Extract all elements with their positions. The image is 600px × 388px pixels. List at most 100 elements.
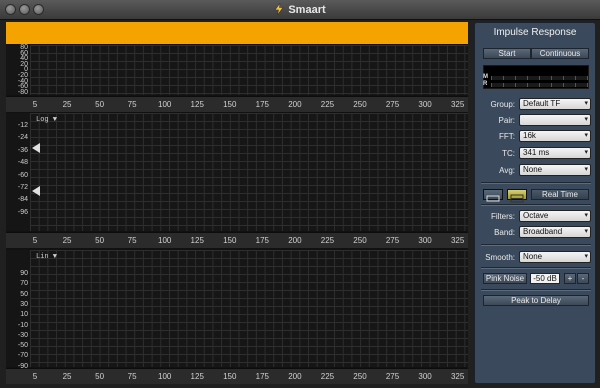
y-tick-label: -12 — [17, 122, 28, 129]
fft-value: 16k — [523, 131, 536, 140]
peak-to-delay-button[interactable]: Peak to Delay — [483, 295, 589, 306]
tc-select[interactable]: 341 ms ▾ — [519, 147, 591, 159]
filters-label: Filters: — [491, 212, 515, 221]
x-tick-label: 275 — [385, 236, 400, 245]
x-tick-label: 75 — [127, 100, 137, 109]
group-value: Default TF — [523, 99, 561, 108]
title-bar: Smaart — [0, 0, 600, 20]
x-tick-label: 125 — [190, 100, 204, 109]
single-view-button[interactable] — [483, 189, 503, 202]
y-tick-label: -48 — [17, 159, 28, 167]
start-button[interactable]: Start — [483, 48, 531, 59]
split-view-button[interactable] — [507, 189, 527, 203]
x-tick-label: 50 — [95, 236, 105, 245]
log-plot-x-axis: 5 25 50 75 100 125 150 175 200 225 250 275 300 325 — [6, 232, 468, 248]
meter-m-label: M — [483, 74, 488, 80]
x-tick-label: 5 — [32, 372, 38, 381]
continuous-button[interactable]: Continuous — [531, 48, 589, 59]
pair-label: Pair: — [498, 116, 515, 125]
time-history-bar[interactable] — [6, 22, 468, 44]
x-tick-label: 100 — [158, 372, 172, 381]
y-tick-label: -10 — [17, 321, 28, 329]
top-plot-grid[interactable] — [30, 45, 468, 95]
meter-r-label: R — [483, 81, 488, 87]
top-plot-x-axis: 5 25 50 75 100 125 150 175 200 225 250 275 300 325 — [6, 96, 468, 112]
y-tick-label: -36 — [17, 146, 28, 154]
x-tick-label: 5 — [32, 236, 38, 245]
separator — [481, 267, 591, 269]
smooth-select[interactable]: None ▾ — [519, 251, 591, 263]
log-plot[interactable]: Log ▼ -12 -24 -36 -48 -60 -72 -84 -96 — [6, 113, 468, 231]
separator — [481, 289, 591, 291]
pink-noise-button[interactable]: Pink Noise — [483, 273, 527, 284]
lin-plot-x-axis: 5 25 50 75 100 125 150 175 200 225 250 275 300 325 — [6, 368, 468, 384]
lower-threshold-handle[interactable] — [32, 186, 40, 196]
single-pane-icon — [486, 195, 500, 202]
level-increase-button[interactable]: + — [564, 273, 576, 284]
x-tick-label: 50 — [95, 372, 105, 381]
lin-plot[interactable]: Lin ▼ 90 70 50 30 10 -10 -30 -50 -70 -90 — [6, 250, 468, 370]
x-tick-label: 325 — [450, 236, 465, 245]
x-tick-label: 225 — [320, 372, 335, 381]
y-tick-label: -70 — [17, 352, 28, 360]
x-tick-label: 250 — [353, 100, 367, 109]
panel-title: Impulse Response — [493, 27, 577, 38]
level-decrease-button[interactable]: - — [577, 273, 589, 284]
separator — [481, 204, 591, 206]
lin-scale-dropdown[interactable]: Lin ▼ — [36, 253, 57, 261]
band-select[interactable]: Broadband ▾ — [519, 226, 591, 238]
separator — [481, 244, 591, 246]
y-tick-label: -30 — [17, 331, 28, 339]
pair-select[interactable]: ▾ — [519, 114, 591, 126]
avg-select[interactable]: None ▾ — [519, 164, 591, 176]
x-tick-label: 200 — [288, 100, 302, 109]
group-label: Group: — [490, 100, 515, 109]
chevron-down-icon: ▾ — [584, 228, 588, 235]
log-scale-dropdown[interactable]: Log ▼ — [36, 116, 57, 124]
upper-threshold-handle[interactable] — [32, 143, 40, 153]
x-tick-label: 275 — [385, 100, 400, 109]
tc-label: TC: — [502, 149, 515, 158]
chevron-down-icon: ▾ — [584, 212, 588, 219]
x-tick-label: 175 — [255, 372, 270, 381]
x-tick-label: 125 — [190, 236, 204, 245]
y-tick-label: -60 — [17, 171, 28, 179]
top-plot[interactable]: 80 60 40 20 0 -20 -40 -60 -80 — [6, 44, 468, 96]
level-meters: M R — [483, 74, 589, 91]
pink-noise-level[interactable]: -50 dB — [530, 273, 560, 284]
y-tick-label: 10 — [20, 311, 28, 319]
x-tick-label: 50 — [95, 100, 105, 109]
y-tick-label: 30 — [20, 300, 28, 308]
meter-m: M — [483, 74, 589, 81]
control-panel: Impulse Response Start Continuous M R Gr… — [474, 22, 596, 384]
meter-r-bar — [491, 83, 589, 87]
x-tick-label: 300 — [418, 372, 432, 381]
y-tick-label: 50 — [20, 290, 28, 298]
x-tick-label: 75 — [127, 372, 137, 381]
log-plot-grid[interactable] — [30, 113, 468, 231]
filters-select[interactable]: Octave ▾ — [519, 210, 591, 222]
x-tick-label: 150 — [223, 372, 237, 381]
avg-value: None — [523, 165, 543, 174]
fft-select[interactable]: 16k ▾ — [519, 130, 591, 142]
y-tick-label: 90 — [20, 270, 28, 277]
y-tick-label: -72 — [17, 184, 28, 191]
x-tick-label: 250 — [353, 236, 367, 245]
meter-r: R — [483, 81, 589, 88]
real-time-button[interactable]: Real Time — [531, 189, 589, 200]
band-value: Broadband — [523, 227, 563, 236]
x-tick-label: 200 — [288, 372, 302, 381]
x-tick-label: 175 — [255, 100, 270, 109]
smooth-label: Smooth: — [485, 253, 515, 262]
window-title: Smaart — [0, 3, 600, 16]
x-tick-label: 300 — [418, 236, 432, 245]
y-tick-label: -50 — [17, 342, 28, 350]
fft-label: FFT: — [499, 132, 515, 141]
x-tick-label: 275 — [385, 372, 400, 381]
filters-value: Octave — [523, 211, 549, 220]
x-tick-label: 25 — [62, 236, 72, 245]
lin-plot-grid[interactable] — [30, 250, 468, 367]
chevron-down-icon: ▾ — [584, 132, 588, 139]
group-select[interactable]: Default TF ▾ — [519, 98, 591, 110]
band-label: Band: — [494, 228, 515, 237]
